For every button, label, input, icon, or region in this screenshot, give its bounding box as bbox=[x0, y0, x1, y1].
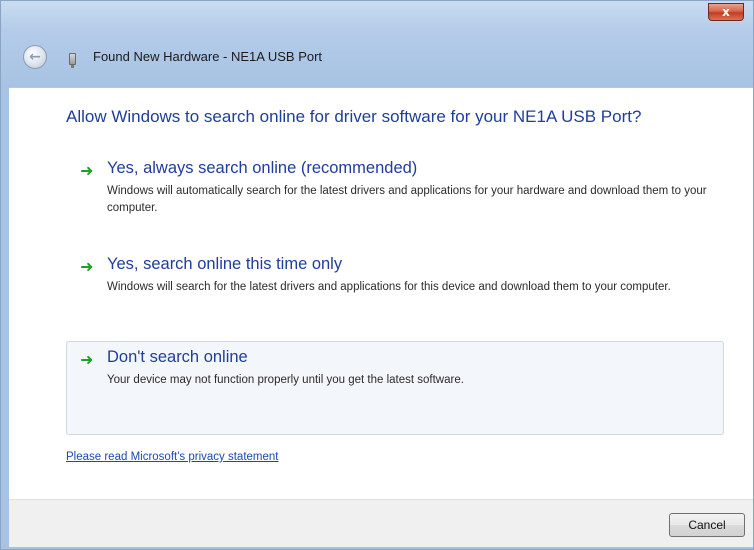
usb-device-icon bbox=[69, 53, 76, 68]
option-title: Yes, search online this time only bbox=[107, 255, 343, 273]
option-description: Windows will search for the latest drive… bbox=[107, 281, 671, 293]
option-description: Your device may not function properly un… bbox=[107, 374, 464, 386]
option-title: Yes, always search online (recommended) bbox=[107, 159, 418, 177]
privacy-statement-link[interactable]: Please read Microsoft's privacy statemen… bbox=[66, 451, 278, 463]
green-arrow-icon: ➜ bbox=[80, 161, 94, 180]
back-button[interactable]: ← bbox=[23, 45, 47, 69]
green-arrow-icon: ➜ bbox=[80, 257, 94, 276]
option-dont-search[interactable]: ➜ Don't search online Your device may no… bbox=[66, 341, 724, 435]
button-bar: Cancel bbox=[9, 499, 753, 547]
option-always-search[interactable]: ➜ Yes, always search online (recommended… bbox=[66, 152, 724, 232]
cancel-button[interactable]: Cancel bbox=[669, 513, 745, 537]
option-description: Windows will automatically search for th… bbox=[107, 185, 707, 214]
close-icon: x bbox=[722, 5, 730, 19]
option-search-this-time[interactable]: ➜ Yes, search online this time only Wind… bbox=[66, 248, 724, 328]
green-arrow-icon: ➜ bbox=[80, 350, 94, 369]
back-arrow-icon: ← bbox=[29, 49, 41, 65]
page-heading: Allow Windows to search online for drive… bbox=[66, 107, 642, 126]
close-button[interactable]: x bbox=[708, 3, 744, 21]
title-bar: ← Found New Hardware - NE1A USB Port bbox=[1, 37, 753, 77]
window-title: Found New Hardware - NE1A USB Port bbox=[93, 49, 323, 64]
option-title: Don't search online bbox=[107, 348, 248, 366]
dialog-window: x ← Found New Hardware - NE1A USB Port A… bbox=[0, 0, 754, 550]
content-panel: Allow Windows to search online for drive… bbox=[9, 87, 753, 499]
